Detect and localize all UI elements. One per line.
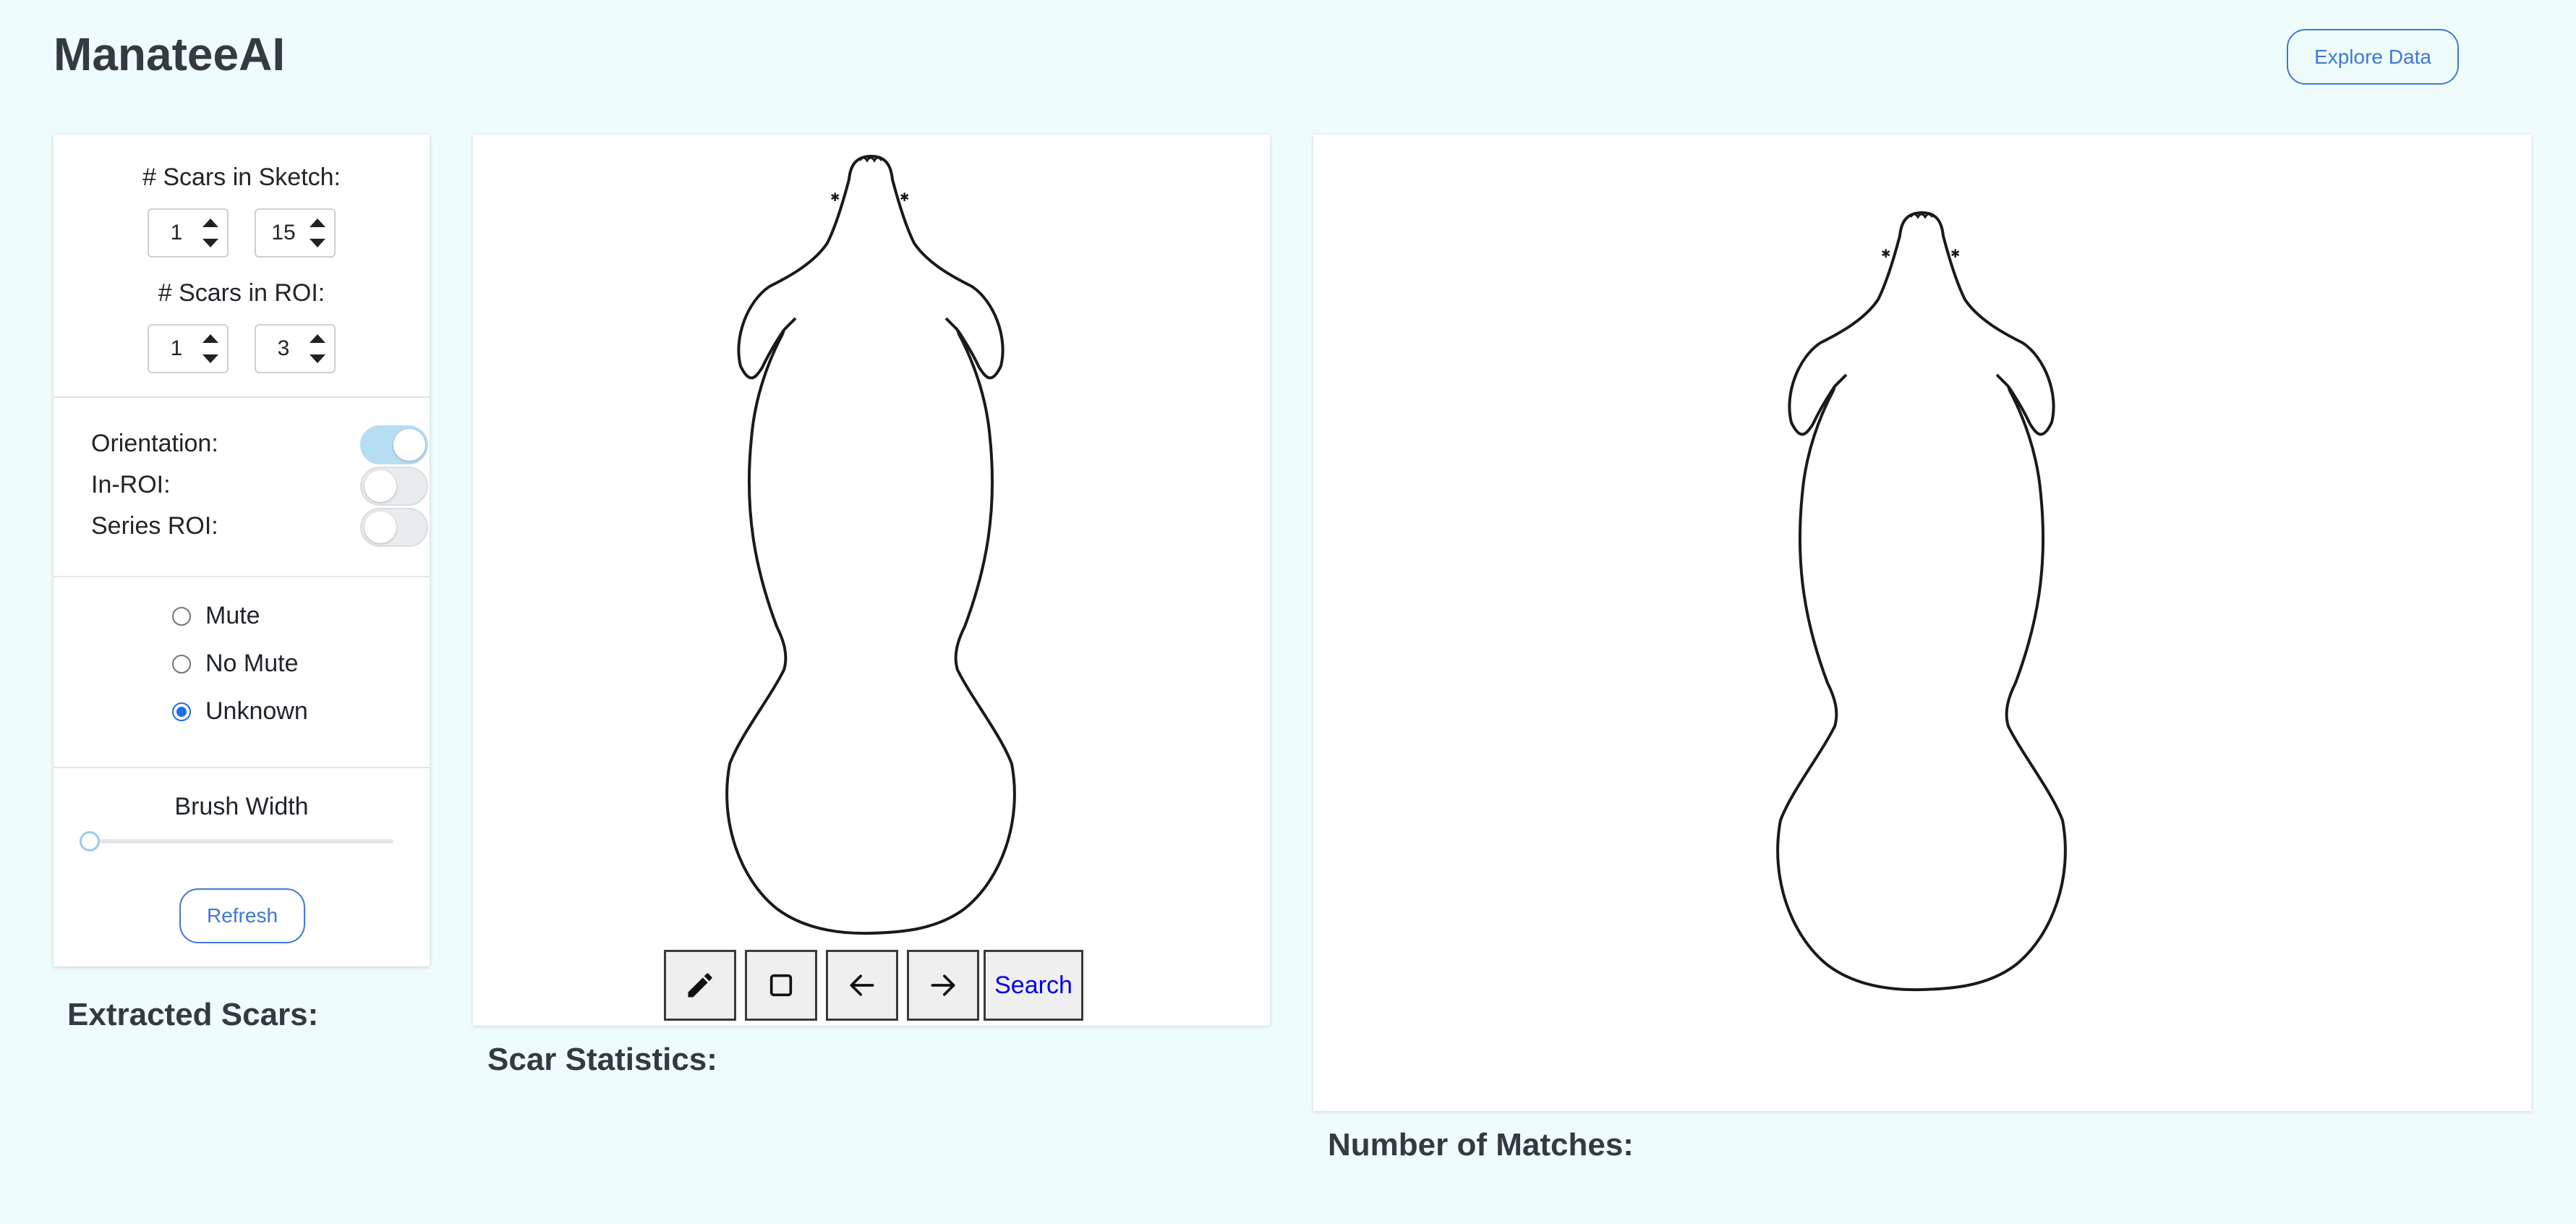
number-of-matches-heading: Number of Matches: bbox=[1328, 1127, 1634, 1163]
arrow-left-icon bbox=[850, 974, 874, 996]
explore-data-button[interactable]: Explore Data bbox=[2287, 29, 2459, 85]
scars-in-sketch-max-value: 15 bbox=[271, 221, 296, 245]
series-roi-toggle[interactable] bbox=[360, 508, 428, 547]
svg-text:✱: ✱ bbox=[900, 190, 909, 204]
scars-in-roi-max-value: 3 bbox=[277, 336, 290, 360]
scars-in-roi-min-stepper[interactable]: 1 bbox=[148, 324, 229, 373]
manatee-outline-sketch[interactable]: ✱ ✱ bbox=[473, 135, 1270, 1026]
sketch-canvas[interactable]: ✱ ✱ bbox=[473, 135, 1270, 1026]
orientation-label: Orientation: bbox=[91, 430, 218, 457]
series-roi-toggle-row: Series ROI: bbox=[91, 506, 428, 547]
app-title: ManateeAI bbox=[54, 28, 286, 80]
scars-in-roi-min-value: 1 bbox=[170, 336, 183, 360]
refresh-button[interactable]: Refresh bbox=[179, 888, 305, 943]
scars-in-sketch-max-stepper[interactable]: 15 bbox=[255, 208, 336, 258]
redo-button[interactable] bbox=[907, 950, 979, 1021]
undo-button[interactable] bbox=[826, 950, 898, 1021]
manatee-outline-match: ✱ ✱ bbox=[1776, 211, 2067, 992]
scars-in-sketch-min-value: 1 bbox=[170, 221, 183, 245]
svg-text:✱: ✱ bbox=[1950, 247, 1960, 260]
orientation-toggle[interactable] bbox=[360, 425, 428, 464]
scars-in-roi-label: # Scars in ROI: bbox=[158, 279, 325, 307]
stepper-arrows-icon[interactable] bbox=[308, 331, 327, 367]
divider bbox=[54, 576, 430, 577]
in-roi-toggle-row: In-ROI: bbox=[91, 465, 428, 506]
in-roi-toggle[interactable] bbox=[360, 467, 428, 506]
series-roi-label: Series ROI: bbox=[91, 512, 218, 540]
scar-statistics-heading: Scar Statistics: bbox=[487, 1042, 717, 1077]
stepper-arrows-icon[interactable] bbox=[201, 216, 220, 252]
scars-in-sketch-label: # Scars in Sketch: bbox=[142, 163, 341, 191]
brush-width-slider-thumb[interactable] bbox=[80, 831, 100, 851]
svg-text:✱: ✱ bbox=[1881, 247, 1890, 260]
scars-in-roi-max-stepper[interactable]: 3 bbox=[255, 324, 336, 373]
mute-label: Mute bbox=[205, 602, 260, 629]
brush-width-label: Brush Width bbox=[174, 793, 309, 820]
unknown-radio[interactable] bbox=[172, 702, 191, 721]
scars-in-sketch-min-stepper[interactable]: 1 bbox=[148, 208, 229, 258]
mute-radio[interactable] bbox=[172, 607, 191, 626]
in-roi-label: In-ROI: bbox=[91, 471, 171, 498]
divider bbox=[54, 396, 430, 398]
pencil-tool-button[interactable] bbox=[664, 950, 736, 1021]
arrow-right-icon bbox=[931, 974, 955, 996]
search-button[interactable]: Search bbox=[984, 950, 1083, 1021]
unknown-label: Unknown bbox=[205, 697, 308, 725]
svg-text:✱: ✱ bbox=[830, 190, 840, 204]
no-mute-label: No Mute bbox=[205, 650, 299, 677]
divider bbox=[54, 767, 430, 768]
extracted-scars-heading: Extracted Scars: bbox=[67, 997, 319, 1032]
stepper-arrows-icon[interactable] bbox=[201, 331, 220, 367]
rectangle-tool-button[interactable] bbox=[745, 950, 817, 1021]
no-mute-radio[interactable] bbox=[172, 655, 191, 673]
square-icon bbox=[769, 974, 793, 997]
pencil-icon bbox=[688, 973, 712, 998]
match-result-canvas: ✱ ✱ bbox=[1313, 135, 2531, 1111]
brush-width-slider-track[interactable] bbox=[90, 839, 393, 843]
orientation-toggle-row: Orientation: bbox=[91, 424, 428, 464]
stepper-arrows-icon[interactable] bbox=[308, 216, 327, 252]
